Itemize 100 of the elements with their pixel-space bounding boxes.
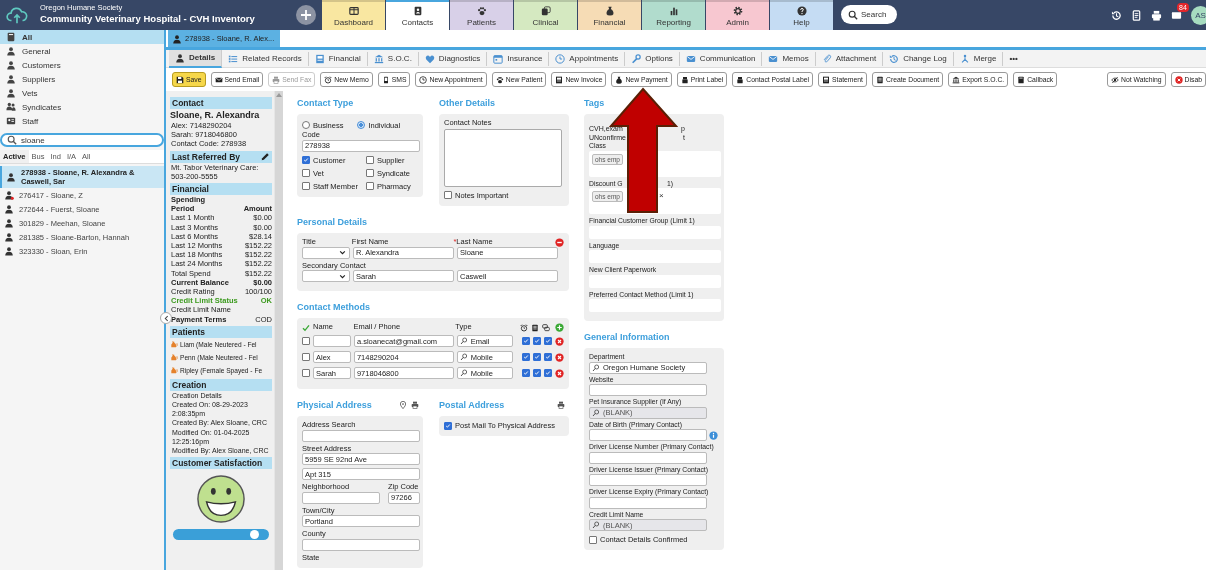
nav-tab[interactable]: Patients <box>450 0 513 30</box>
pencil-icon[interactable] <box>260 151 270 162</box>
sub-tab[interactable]: S.O.C. <box>367 51 419 66</box>
paw-icon <box>476 5 487 16</box>
nav-tab[interactable]: Help <box>770 0 833 30</box>
input-field[interactable] <box>589 474 707 486</box>
sub-tab[interactable]: Change Log <box>883 51 954 66</box>
radio-button[interactable] <box>357 121 366 129</box>
mail-icon[interactable] <box>1171 9 1182 21</box>
book-icon <box>6 32 16 42</box>
cat-icon <box>170 340 178 349</box>
sub-tab[interactable]: Merge <box>953 51 1004 66</box>
checkbox[interactable] <box>544 353 552 361</box>
close-circle-icon <box>1174 75 1183 84</box>
floppy-icon <box>176 75 184 84</box>
checkbox[interactable] <box>302 353 310 361</box>
checkbox[interactable] <box>302 182 310 190</box>
speech-bubbles-icon <box>542 323 550 332</box>
dropdown[interactable] <box>302 270 350 282</box>
section-header: Customer Satisfaction <box>170 457 272 470</box>
nav-tab[interactable]: Clinical <box>514 0 577 30</box>
checkbox[interactable] <box>522 369 530 377</box>
label-icon <box>680 75 689 84</box>
sub-tab[interactable]: Options <box>625 51 680 66</box>
input-field[interactable] <box>302 491 380 504</box>
close-circle-icon[interactable] <box>555 368 564 378</box>
checkbox[interactable] <box>444 421 452 430</box>
checkbox[interactable] <box>533 337 541 345</box>
checkbox[interactable] <box>522 337 530 345</box>
checkbox[interactable] <box>366 182 374 190</box>
close-circle-icon[interactable] <box>555 336 564 346</box>
slider-thumb[interactable] <box>250 530 260 540</box>
cat-icon <box>170 366 178 375</box>
input-field[interactable] <box>302 538 420 551</box>
bar-chart-icon <box>668 5 679 16</box>
checkbox[interactable] <box>522 353 530 361</box>
checkbox[interactable] <box>444 191 452 199</box>
remove-button[interactable]: × <box>658 191 664 201</box>
id-card-icon <box>6 116 16 126</box>
checkbox[interactable] <box>302 156 310 164</box>
nav-tab[interactable]: Dashboard <box>322 0 385 30</box>
person-icon <box>6 60 16 70</box>
nav-tab[interactable]: Admin <box>706 0 769 30</box>
document-icon[interactable] <box>1131 9 1142 21</box>
checkbox[interactable] <box>544 337 552 345</box>
sidebar-item[interactable]: Vets <box>0 86 164 100</box>
section-title: Personal Details <box>297 216 368 227</box>
checkbox[interactable] <box>589 535 597 544</box>
checkbox[interactable] <box>302 337 310 345</box>
sidebar-item[interactable]: Customers <box>0 58 164 72</box>
history-icon[interactable] <box>1111 9 1122 21</box>
user-avatar[interactable]: AS <box>1191 5 1206 25</box>
nav-tab[interactable]: Contacts <box>386 0 449 30</box>
sub-tab[interactable]: Financial <box>308 51 368 66</box>
notes-field[interactable] <box>444 128 562 187</box>
sidebar-item[interactable]: Staff <box>0 114 164 128</box>
input-field[interactable] <box>589 451 707 464</box>
add-icon[interactable] <box>555 323 564 332</box>
sidebar-item[interactable]: Syndicates <box>0 100 164 114</box>
nav-tab[interactable]: Financial <box>578 0 641 30</box>
sub-tab[interactable]: Related Records <box>222 51 309 66</box>
checkbox[interactable] <box>544 369 552 377</box>
section-header: Financial <box>170 183 272 195</box>
search-button[interactable]: Search <box>841 5 897 24</box>
checkbox[interactable] <box>366 169 374 177</box>
input-field[interactable] <box>302 429 420 442</box>
satisfaction-slider[interactable] <box>173 529 269 541</box>
sub-tab[interactable]: Communication <box>679 51 763 66</box>
more-button[interactable]: ••• <box>1003 51 1024 66</box>
nav-tab[interactable]: Reporting <box>642 0 705 30</box>
sub-tab[interactable]: Memos <box>762 51 816 66</box>
section-header: Creation <box>170 378 272 391</box>
sub-tab[interactable]: Attachment <box>815 51 884 66</box>
input-field[interactable] <box>589 384 707 396</box>
add-button[interactable] <box>296 5 316 25</box>
person-icon <box>4 232 14 242</box>
close-circle-icon[interactable] <box>555 352 564 362</box>
scroll-up-arrow-icon[interactable] <box>276 93 282 97</box>
person-icon <box>4 190 14 200</box>
checkbox[interactable] <box>302 369 310 377</box>
sidebar-item[interactable]: Suppliers <box>0 72 164 86</box>
scrollbar[interactable] <box>274 91 283 570</box>
input-field[interactable] <box>589 496 707 509</box>
document-icon <box>531 323 539 332</box>
sidebar-item[interactable]: General <box>0 44 164 58</box>
radio-button[interactable] <box>302 121 310 129</box>
print-icon[interactable] <box>1151 9 1162 21</box>
checkbox[interactable] <box>366 156 374 164</box>
sidebar-item[interactable]: All <box>0 30 164 44</box>
dropdown[interactable] <box>302 246 350 259</box>
input-field[interactable] <box>313 335 351 347</box>
sub-tab[interactable]: Appointments <box>549 51 626 66</box>
checkbox[interactable] <box>302 169 310 177</box>
input-field[interactable] <box>589 429 707 441</box>
search-field[interactable]: sloane <box>0 133 164 147</box>
sub-tab[interactable]: Insurance <box>487 51 550 66</box>
sub-tab[interactable]: Diagnostics <box>418 51 488 66</box>
checkbox[interactable] <box>533 369 541 377</box>
checkbox[interactable] <box>533 353 541 361</box>
chevron-down-icon <box>339 249 346 256</box>
